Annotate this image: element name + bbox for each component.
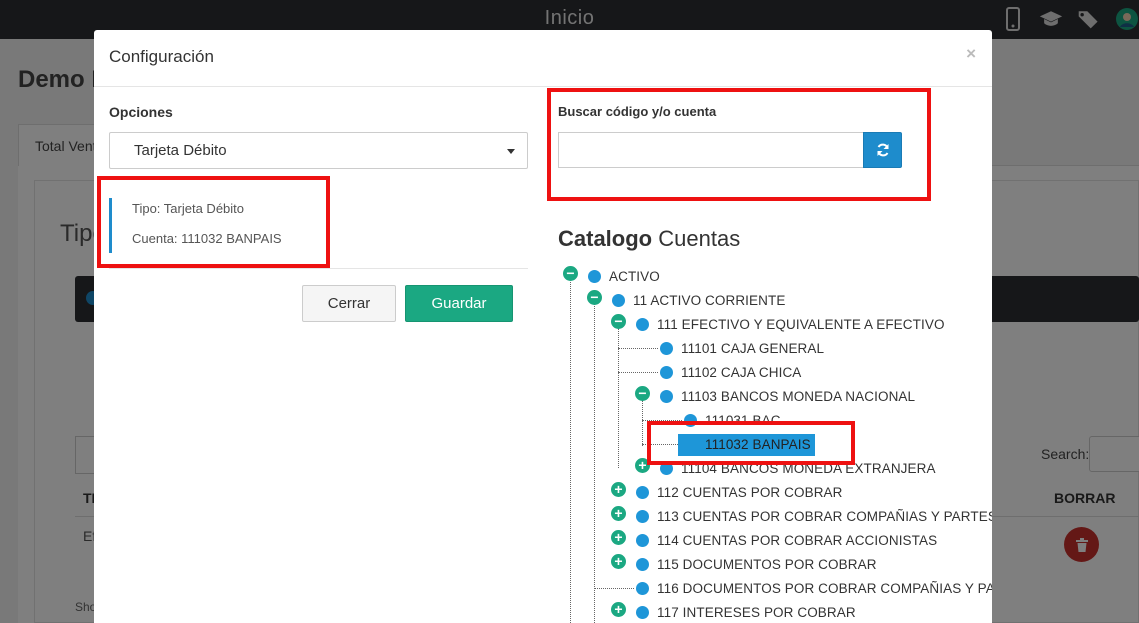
tree-expand-toggle[interactable]: + bbox=[611, 554, 626, 569]
account-tree: − ACTIVO − 11 ACTIVO CORRIENTE − 111 EFE… bbox=[94, 30, 992, 623]
tree-node-icon bbox=[636, 510, 649, 523]
tree-node-label[interactable]: 117 INTERESES POR COBRAR bbox=[657, 605, 856, 620]
tree-node-label[interactable]: 11101 CAJA GENERAL bbox=[681, 341, 824, 356]
tree-node-label[interactable]: ACTIVO bbox=[609, 269, 660, 284]
highlight-box-selected-node bbox=[647, 421, 855, 465]
tree-node-icon bbox=[636, 606, 649, 619]
tree-node-label[interactable]: 112 CUENTAS POR COBRAR bbox=[657, 485, 843, 500]
tree-node-label[interactable]: 113 CUENTAS POR COBRAR COMPAÑIAS Y PARTE… bbox=[657, 509, 992, 524]
tree-collapse-toggle[interactable]: − bbox=[611, 314, 626, 329]
tree-node-icon bbox=[636, 582, 649, 595]
tree-expand-toggle[interactable]: + bbox=[611, 602, 626, 617]
tree-expand-toggle[interactable]: + bbox=[611, 506, 626, 521]
tree-node-icon bbox=[636, 486, 649, 499]
tree-node-icon bbox=[660, 390, 673, 403]
tree-node-label[interactable]: 11103 BANCOS MONEDA NACIONAL bbox=[681, 389, 915, 404]
tree-node-label[interactable]: 11102 CAJA CHICA bbox=[681, 365, 801, 380]
tree-collapse-toggle[interactable]: − bbox=[635, 386, 650, 401]
tree-node-icon bbox=[636, 534, 649, 547]
tree-expand-toggle[interactable]: + bbox=[611, 482, 626, 497]
tree-node-icon bbox=[636, 558, 649, 571]
tree-node-label[interactable]: 116 DOCUMENTOS POR COBRAR COMPAÑIAS Y PA… bbox=[657, 581, 992, 596]
tree-expand-toggle[interactable]: + bbox=[611, 530, 626, 545]
tree-node-icon bbox=[612, 294, 625, 307]
tree-node-icon bbox=[660, 366, 673, 379]
tree-node-label[interactable]: 114 CUENTAS POR COBRAR ACCIONISTAS bbox=[657, 533, 937, 548]
tree-node-label[interactable]: 111 EFECTIVO Y EQUIVALENTE A EFECTIVO bbox=[657, 317, 945, 332]
tree-node-icon bbox=[636, 318, 649, 331]
configuration-modal: Configuración × Opciones Tarjeta Débito … bbox=[94, 30, 992, 623]
tree-collapse-toggle[interactable]: − bbox=[563, 266, 578, 281]
tree-collapse-toggle[interactable]: − bbox=[587, 290, 602, 305]
tree-node-icon bbox=[660, 342, 673, 355]
tree-node-label[interactable]: 11 ACTIVO CORRIENTE bbox=[633, 293, 785, 308]
tree-node-label[interactable]: 115 DOCUMENTOS POR COBRAR bbox=[657, 557, 877, 572]
tree-node-icon bbox=[588, 270, 601, 283]
